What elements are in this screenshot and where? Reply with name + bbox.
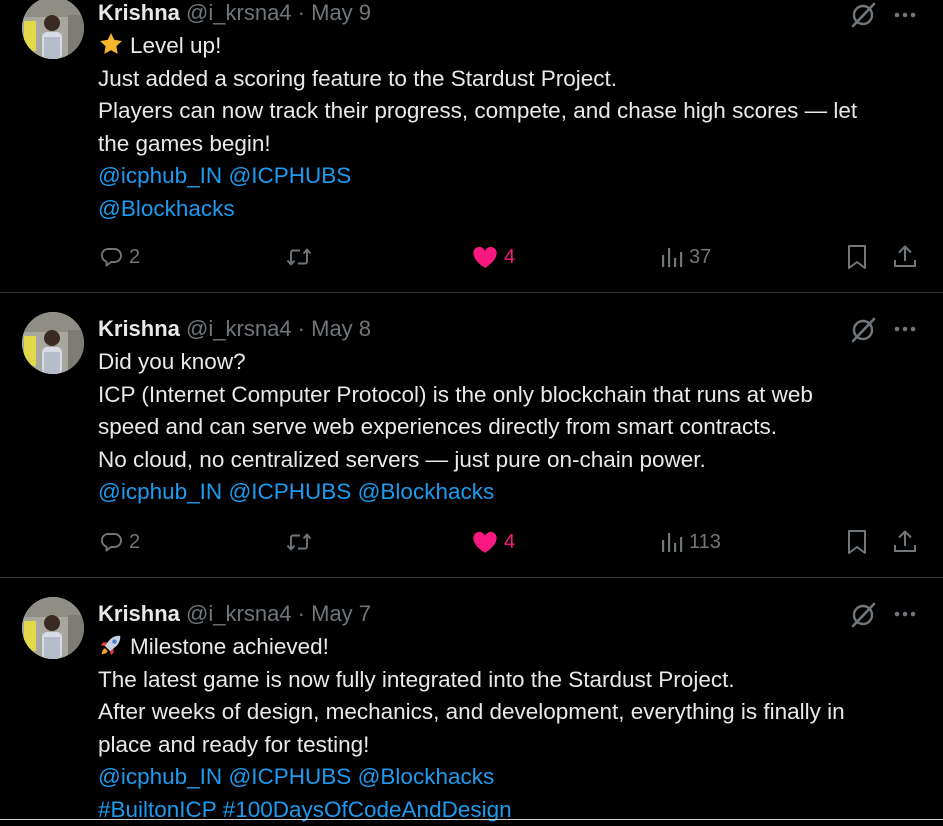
tweet-line: speed and can serve web experiences dire… <box>98 411 928 444</box>
reply-button[interactable]: 2 <box>99 241 140 273</box>
tweet-line: The latest game is now fully integrated … <box>98 664 928 697</box>
reply-count: 2 <box>129 246 140 269</box>
tweet-text: Level up! <box>130 33 221 58</box>
tweet[interactable]: Krishna @i_krsna4 · May 8 Did you know? … <box>0 293 943 577</box>
tweet-header: Krishna @i_krsna4 · May 7 <box>98 599 371 629</box>
author-name[interactable]: Krishna <box>98 316 180 341</box>
rocket-emoji-icon <box>98 632 124 658</box>
mention-line: @icphub_IN @ICPHUBS <box>98 160 928 193</box>
tweet-line: After weeks of design, mechanics, and de… <box>98 696 928 729</box>
views-icon <box>661 530 683 554</box>
avatar-photo <box>22 0 84 59</box>
mention-link[interactable]: @ICPHUBS <box>228 163 351 188</box>
view-count: 113 <box>689 531 721 554</box>
avatar-photo <box>22 597 84 659</box>
tweet-line: Just added a scoring feature to the Star… <box>98 63 928 96</box>
heart-icon <box>472 245 498 269</box>
views-icon <box>661 245 683 269</box>
share-button[interactable] <box>892 241 918 273</box>
bookmark-button[interactable] <box>846 241 868 273</box>
retweet-icon <box>285 245 313 269</box>
mention-line: @icphub_IN @ICPHUBS @Blockhacks <box>98 761 928 794</box>
avatar[interactable] <box>22 0 84 59</box>
grok-icon[interactable] <box>848 315 878 345</box>
tweet-body: Level up! Just added a scoring feature t… <box>98 30 928 225</box>
more-options-icon[interactable] <box>890 314 920 344</box>
mention-link[interactable]: @icphub_IN <box>98 479 222 504</box>
retweet-button[interactable] <box>285 526 313 558</box>
reply-icon <box>99 530 123 554</box>
more-options-icon[interactable] <box>890 0 920 30</box>
avatar[interactable] <box>22 312 84 374</box>
tweet-date[interactable]: May 9 <box>311 0 371 25</box>
more-options-icon[interactable] <box>890 599 920 629</box>
share-icon <box>892 244 918 270</box>
heart-icon <box>472 530 498 554</box>
author-name[interactable]: Krishna <box>98 0 180 25</box>
views-button[interactable]: 37 <box>661 241 711 273</box>
separator: · <box>298 601 305 626</box>
tweet-line: Milestone achieved! <box>98 631 928 664</box>
tweet-line: Players can now track their progress, co… <box>98 95 928 128</box>
separator: · <box>298 0 305 25</box>
share-icon <box>892 529 918 555</box>
view-count: 37 <box>689 246 711 269</box>
tweet-line: the games begin! <box>98 128 928 161</box>
mention-link[interactable]: @Blockhacks <box>358 764 495 789</box>
like-count: 4 <box>504 246 515 269</box>
mention-link[interactable]: @Blockhacks <box>358 479 495 504</box>
retweet-button[interactable] <box>285 241 313 273</box>
tweet-line: ICP (Internet Computer Protocol) is the … <box>98 379 928 412</box>
hashtag-line: #BuiltonICP #100DaysOfCodeAndDesign <box>98 794 928 826</box>
action-bar: 2 4 113 <box>0 526 943 558</box>
tweet-line: Level up! <box>98 30 928 63</box>
hashtag-link[interactable]: #BuiltonICP <box>98 797 216 822</box>
separator: · <box>298 316 305 341</box>
tweet[interactable]: Krishna @i_krsna4 · May 7 Milestone achi… <box>0 578 943 822</box>
tweet-line: Did you know? <box>98 346 928 379</box>
like-button[interactable]: 4 <box>472 526 515 558</box>
bookmark-icon <box>846 529 868 555</box>
bookmark-icon <box>846 244 868 270</box>
tweet-body: Did you know? ICP (Internet Computer Pro… <box>98 346 928 509</box>
mention-link[interactable]: @icphub_IN <box>98 764 222 789</box>
hashtag-link[interactable]: #100DaysOfCodeAndDesign <box>223 797 512 822</box>
tweet-header: Krishna @i_krsna4 · May 9 <box>98 0 371 28</box>
tweet-divider <box>0 819 943 820</box>
like-count: 4 <box>504 531 515 554</box>
avatar[interactable] <box>22 597 84 659</box>
action-bar: 2 4 37 <box>0 241 943 273</box>
like-button[interactable]: 4 <box>472 241 515 273</box>
author-handle[interactable]: @i_krsna4 <box>186 0 292 25</box>
share-button[interactable] <box>892 526 918 558</box>
mention-link[interactable]: @Blockhacks <box>98 196 235 221</box>
bookmark-button[interactable] <box>846 526 868 558</box>
tweet-text: Milestone achieved! <box>130 634 329 659</box>
mention-link[interactable]: @ICPHUBS <box>228 764 351 789</box>
reply-count: 2 <box>129 531 140 554</box>
tweet-header: Krishna @i_krsna4 · May 8 <box>98 314 371 344</box>
tweet[interactable]: Krishna @i_krsna4 · May 9 Level up! Just… <box>0 0 943 292</box>
tweet-date[interactable]: May 8 <box>311 316 371 341</box>
tweet-date[interactable]: May 7 <box>311 601 371 626</box>
author-handle[interactable]: @i_krsna4 <box>186 316 292 341</box>
grok-icon[interactable] <box>848 600 878 630</box>
author-name[interactable]: Krishna <box>98 601 180 626</box>
star-emoji-icon <box>98 31 124 57</box>
retweet-icon <box>285 530 313 554</box>
author-handle[interactable]: @i_krsna4 <box>186 601 292 626</box>
mention-line: @Blockhacks <box>98 193 928 226</box>
views-button[interactable]: 113 <box>661 526 721 558</box>
mention-link[interactable]: @icphub_IN <box>98 163 222 188</box>
tweet-line: No cloud, no centralized servers — just … <box>98 444 928 477</box>
reply-button[interactable]: 2 <box>99 526 140 558</box>
grok-icon[interactable] <box>848 0 878 30</box>
mention-line: @icphub_IN @ICPHUBS @Blockhacks <box>98 476 928 509</box>
avatar-photo <box>22 312 84 374</box>
mention-link[interactable]: @ICPHUBS <box>228 479 351 504</box>
tweet-body: Milestone achieved! The latest game is n… <box>98 631 928 826</box>
tweet-line: place and ready for testing! <box>98 729 928 762</box>
reply-icon <box>99 245 123 269</box>
